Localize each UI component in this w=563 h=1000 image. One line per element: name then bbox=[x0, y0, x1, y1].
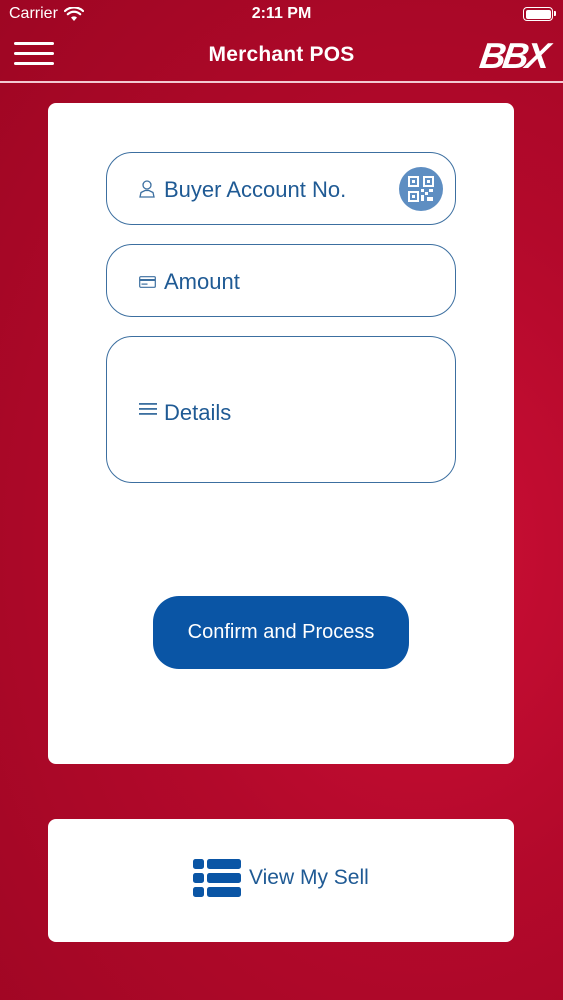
details-field[interactable]: Details bbox=[106, 336, 456, 483]
view-my-sell-content: View My Sell bbox=[193, 859, 369, 897]
details-placeholder: Details bbox=[164, 400, 232, 425]
status-bar: Carrier 2:11 PM bbox=[0, 0, 563, 30]
view-my-sell-card[interactable]: View My Sell bbox=[48, 819, 514, 942]
battery-icon bbox=[523, 7, 556, 21]
qr-code-icon[interactable] bbox=[399, 167, 443, 211]
buyer-account-field[interactable]: Buyer Account No. bbox=[106, 152, 456, 225]
confirm-process-button[interactable]: Confirm and Process bbox=[153, 596, 409, 669]
list-icon bbox=[193, 859, 241, 897]
buyer-account-placeholder: Buyer Account No. bbox=[164, 177, 347, 202]
bbx-logo: BBX bbox=[477, 35, 550, 76]
nav-divider bbox=[0, 81, 563, 83]
lines-icon bbox=[139, 403, 157, 415]
person-icon bbox=[139, 180, 155, 198]
clock: 2:11 PM bbox=[251, 5, 312, 22]
amount-field[interactable]: Amount bbox=[106, 244, 456, 317]
nav-bar: Merchant POS BBX bbox=[0, 30, 563, 81]
payment-form-card: Buyer Account No. Amount Details Confirm… bbox=[48, 103, 514, 764]
card-icon bbox=[139, 276, 156, 288]
amount-placeholder: Amount bbox=[164, 269, 240, 294]
view-my-sell-label: View My Sell bbox=[249, 866, 369, 889]
